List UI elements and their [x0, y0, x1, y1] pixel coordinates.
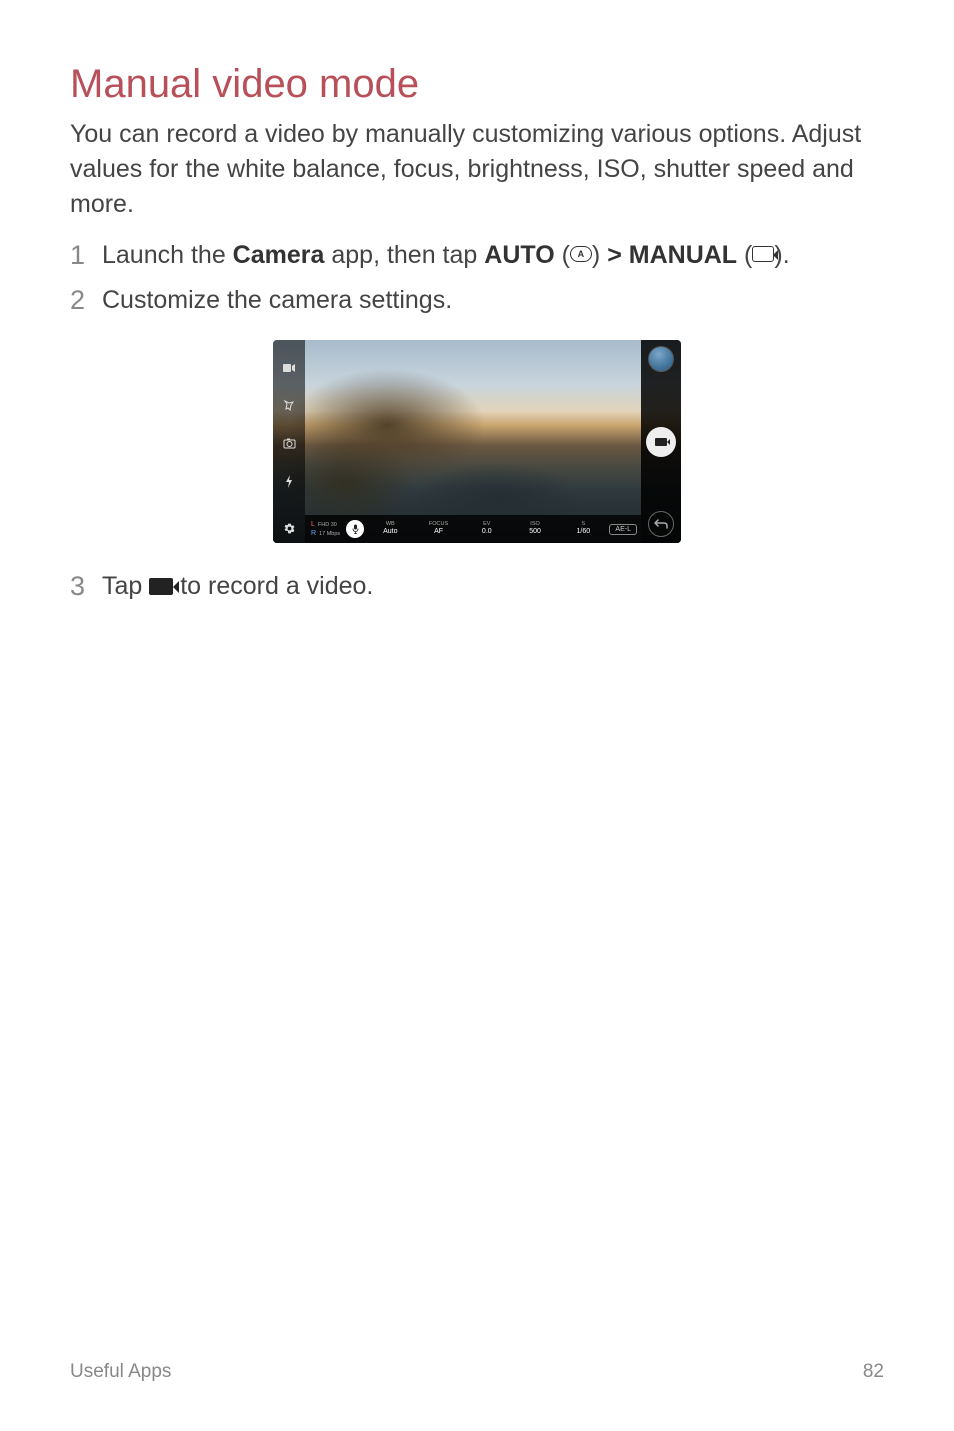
- record-video-icon: [149, 578, 173, 595]
- flash-icon[interactable]: [284, 475, 294, 491]
- step-2: 2 Customize the camera settings.: [70, 283, 884, 318]
- right-toolbar: [641, 340, 681, 543]
- gt-symbol: >: [607, 241, 622, 269]
- text: (: [555, 241, 570, 269]
- manual-video-icon: [752, 246, 774, 262]
- step-3-text: Tap to record a video.: [102, 569, 373, 604]
- step-number: 2: [70, 283, 102, 318]
- shutter-param[interactable]: S 1/60: [561, 522, 605, 537]
- page-title: Manual video mode: [70, 62, 884, 107]
- manual-label: MANUAL: [629, 241, 737, 269]
- wb-param[interactable]: WB Auto: [368, 522, 412, 537]
- step-3: 3 Tap to record a video.: [70, 569, 884, 604]
- text: Launch the: [102, 241, 233, 269]
- mic-icon[interactable]: [346, 520, 364, 538]
- step-number: 3: [70, 569, 102, 604]
- shutter-value: 1/60: [576, 527, 590, 536]
- record-button[interactable]: [646, 427, 676, 457]
- text: Tap: [102, 572, 149, 600]
- intro-paragraph: You can record a video by manually custo…: [70, 117, 884, 222]
- camera-params-bar: L FHD 30 R 17 Mbps WB Auto FOCUS AF EV: [305, 515, 641, 543]
- screenshot-container: L FHD 30 R 17 Mbps WB Auto FOCUS AF EV: [70, 340, 884, 543]
- step-number: 1: [70, 238, 102, 273]
- text: ): [592, 241, 607, 269]
- steps-list: 1 Launch the Camera app, then tap AUTO (…: [70, 238, 884, 318]
- video-camera-icon: [655, 438, 667, 446]
- footer-page-number: 82: [863, 1361, 884, 1383]
- camera-app-label: Camera: [233, 241, 325, 269]
- focus-value: AF: [434, 527, 443, 536]
- back-button[interactable]: [648, 511, 674, 537]
- res-fhd: FHD 30: [318, 523, 337, 529]
- page-footer: Useful Apps 82: [70, 1361, 884, 1383]
- focus-param[interactable]: FOCUS AF: [416, 522, 460, 537]
- resolution-info[interactable]: L FHD 30 R 17 Mbps: [309, 520, 342, 538]
- steps-list-continued: 3 Tap to record a video.: [70, 569, 884, 604]
- camera-app-screenshot: L FHD 30 R 17 Mbps WB Auto FOCUS AF EV: [273, 340, 681, 543]
- iso-value: 500: [529, 527, 541, 536]
- ev-value: 0.0: [482, 527, 492, 536]
- video-mode-icon[interactable]: [283, 362, 295, 376]
- step-1-text: Launch the Camera app, then tap AUTO (A)…: [102, 238, 790, 273]
- filter-icon[interactable]: [283, 399, 295, 414]
- gallery-thumbnail[interactable]: [648, 346, 674, 372]
- settings-icon[interactable]: [273, 513, 305, 543]
- res-l: L: [311, 520, 315, 529]
- iso-param[interactable]: ISO 500: [513, 522, 557, 537]
- ae-lock-button[interactable]: AE-L: [609, 524, 637, 535]
- camera-switch-icon[interactable]: [283, 438, 296, 452]
- text: [622, 241, 629, 269]
- text: to record a video.: [173, 572, 373, 600]
- step-1: 1 Launch the Camera app, then tap AUTO (…: [70, 238, 884, 273]
- viewfinder-preview: [273, 340, 681, 543]
- res-mbps: 17 Mbps: [319, 532, 340, 538]
- step-2-text: Customize the camera settings.: [102, 283, 452, 318]
- footer-section: Useful Apps: [70, 1361, 171, 1383]
- res-r: R: [311, 529, 316, 538]
- auto-a-icon: A: [570, 246, 592, 262]
- wb-value: Auto: [383, 527, 397, 536]
- auto-label: AUTO: [484, 241, 554, 269]
- text: app, then tap: [324, 241, 484, 269]
- ev-param[interactable]: EV 0.0: [465, 522, 509, 537]
- text: (: [737, 241, 752, 269]
